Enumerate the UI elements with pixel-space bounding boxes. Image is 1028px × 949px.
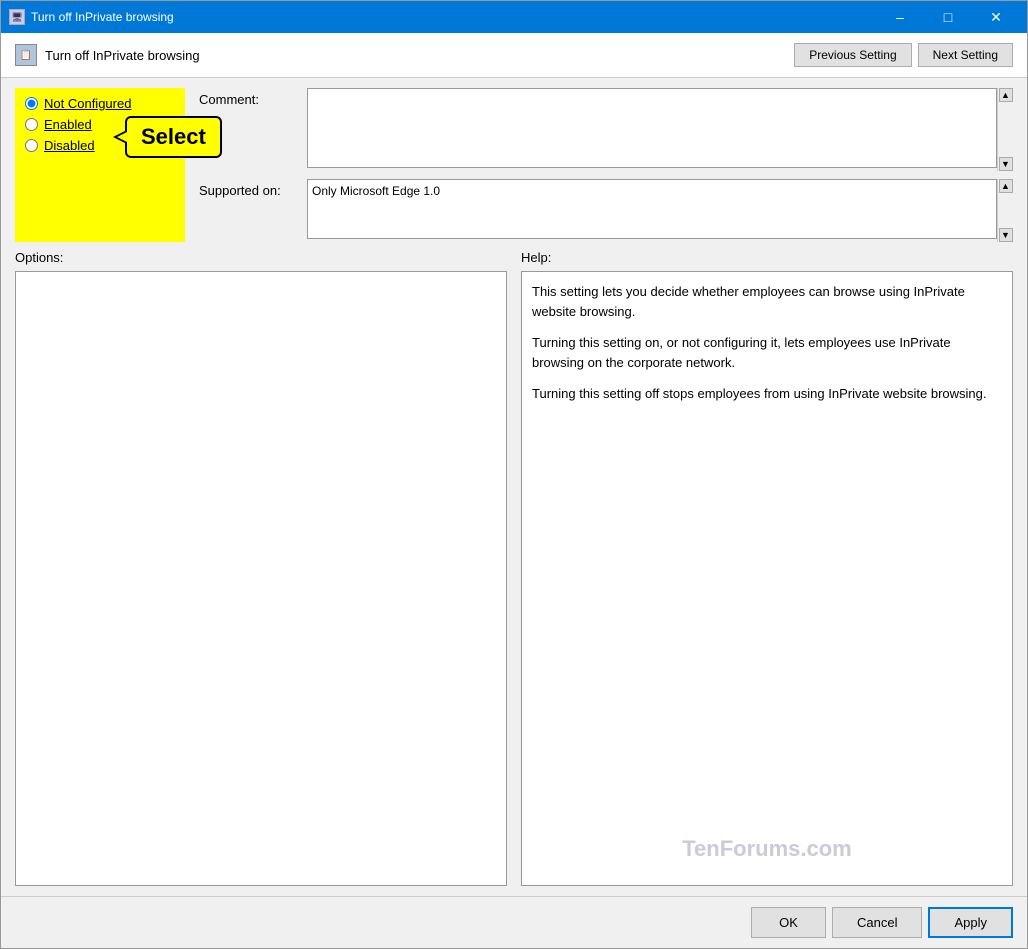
supported-scrollbar: ▲ ▼ — [997, 179, 1013, 242]
supported-on-wrapper: Only Microsoft Edge 1.0 ▲ ▼ — [307, 179, 1013, 242]
cancel-button[interactable]: Cancel — [832, 907, 922, 938]
next-setting-button[interactable]: Next Setting — [918, 43, 1013, 67]
supported-on-label: Supported on: — [199, 179, 299, 198]
not-configured-label: Not Configured — [44, 96, 131, 111]
help-paragraph-3: Turning this setting off stops employees… — [532, 384, 1002, 404]
apply-button[interactable]: Apply — [928, 907, 1013, 938]
comment-label: Comment: — [199, 88, 299, 107]
watermark: TenForums.com — [682, 832, 852, 865]
help-box: This setting lets you decide whether emp… — [521, 271, 1013, 886]
title-bar-title: Turn off InPrivate browsing — [31, 10, 877, 24]
supported-on-row: Supported on: Only Microsoft Edge 1.0 ▲ … — [199, 179, 1013, 242]
help-header: Help: — [521, 250, 1013, 265]
disabled-radio[interactable] — [25, 139, 38, 152]
comment-row: Comment: ▲ ▼ — [199, 88, 1013, 171]
not-configured-option[interactable]: Not Configured — [25, 96, 175, 111]
maximize-button[interactable]: □ — [925, 7, 971, 27]
enabled-radio[interactable] — [25, 118, 38, 131]
title-bar-icon: 🖥 — [9, 9, 25, 25]
dialog-footer: OK Cancel Apply — [1, 896, 1027, 948]
select-tooltip: Select — [125, 116, 222, 158]
not-configured-radio[interactable] — [25, 97, 38, 110]
dialog-body: Not Configured Enabled Disabled Select C… — [1, 78, 1027, 896]
help-panel: Help: This setting lets you decide wheth… — [521, 250, 1013, 886]
config-options-panel: Not Configured Enabled Disabled Select — [15, 88, 185, 242]
title-bar: 🖥 Turn off InPrivate browsing – □ ✕ — [1, 1, 1027, 33]
title-bar-controls: – □ ✕ — [877, 7, 1019, 27]
disabled-label: Disabled — [44, 138, 95, 153]
comment-scrollbar: ▲ ▼ — [997, 88, 1013, 171]
supported-scroll-up[interactable]: ▲ — [999, 179, 1013, 193]
right-panel: Comment: ▲ ▼ Supported on: Only Microsof… — [185, 88, 1013, 242]
supported-scroll-down[interactable]: ▼ — [999, 228, 1013, 242]
scroll-up-arrow[interactable]: ▲ — [999, 88, 1013, 102]
supported-on-textarea: Only Microsoft Edge 1.0 — [307, 179, 997, 239]
dialog-header-left: 📋 Turn off InPrivate browsing — [15, 44, 200, 66]
comment-textarea-wrapper: ▲ ▼ — [307, 88, 1013, 171]
close-button[interactable]: ✕ — [973, 7, 1019, 27]
ok-button[interactable]: OK — [751, 907, 826, 938]
top-section: Not Configured Enabled Disabled Select C… — [15, 88, 1013, 242]
policy-icon: 📋 — [15, 44, 37, 66]
help-paragraph-2: Turning this setting on, or not configur… — [532, 333, 1002, 372]
previous-setting-button[interactable]: Previous Setting — [794, 43, 911, 67]
enabled-label: Enabled — [44, 117, 92, 132]
help-paragraph-1: This setting lets you decide whether emp… — [532, 282, 1002, 321]
minimize-button[interactable]: – — [877, 7, 923, 27]
header-buttons: Previous Setting Next Setting — [794, 43, 1013, 67]
options-panel: Options: — [15, 250, 507, 886]
dialog-header: 📋 Turn off InPrivate browsing Previous S… — [1, 33, 1027, 78]
scroll-down-arrow[interactable]: ▼ — [999, 157, 1013, 171]
options-box — [15, 271, 507, 886]
comment-textarea[interactable] — [307, 88, 997, 168]
dialog-header-title: Turn off InPrivate browsing — [45, 48, 200, 63]
options-header: Options: — [15, 250, 507, 265]
bottom-section: Options: Help: This setting lets you dec… — [15, 250, 1013, 886]
